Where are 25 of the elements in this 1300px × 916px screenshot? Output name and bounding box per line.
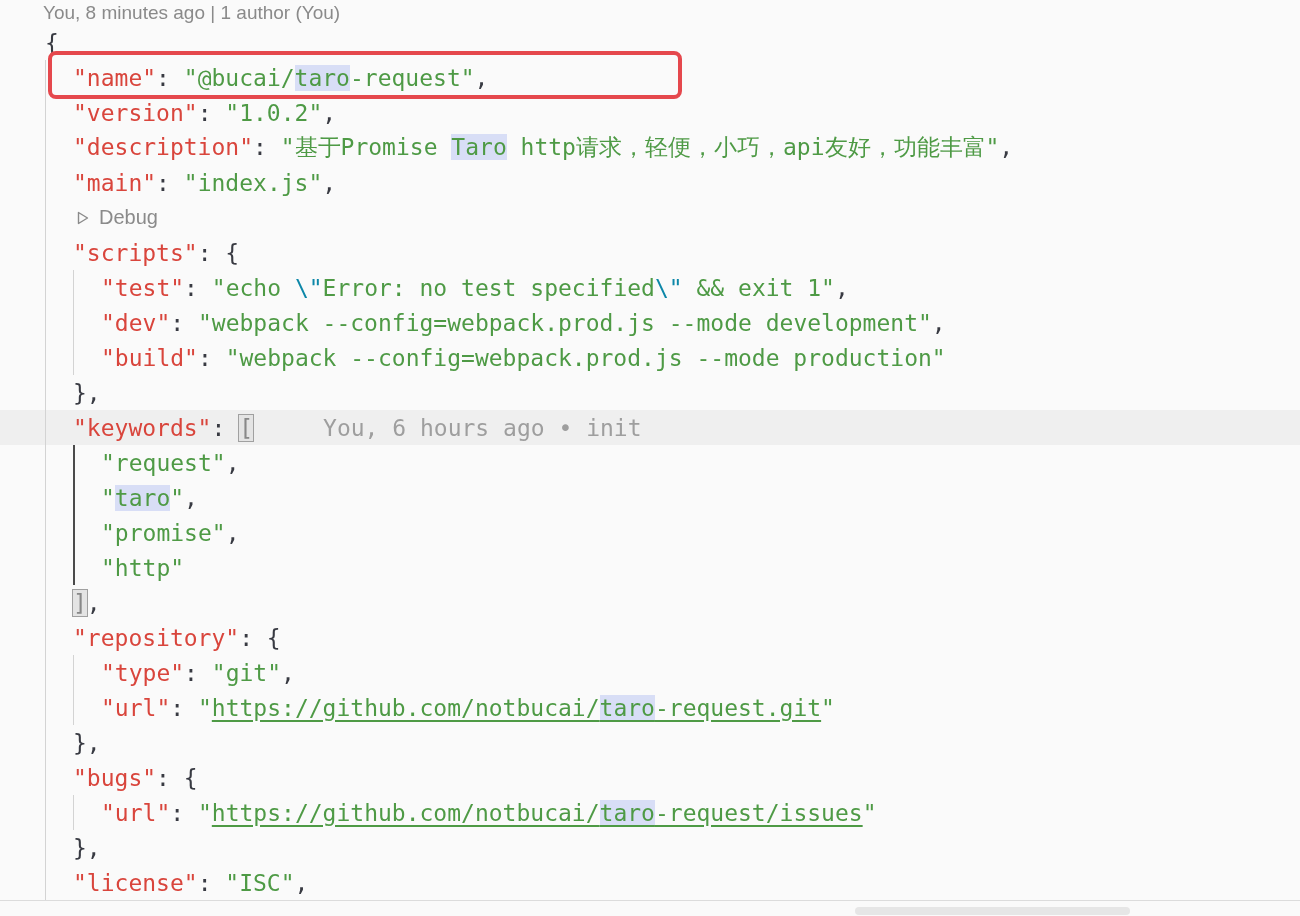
code-line: "repository": { <box>73 624 281 651</box>
code-line: "scripts": { <box>73 239 240 266</box>
code-line: "name": "@bucai/taro-request", <box>73 64 489 91</box>
code-line: "main": "index.js", <box>73 169 337 196</box>
code-line: "url": "https://github.com/notbucai/taro-request.git" <box>101 694 835 721</box>
code-line: "description": "基于Promise Taro http请求，轻便，小巧，api友好，功能丰富", <box>73 133 1014 162</box>
code-line: "promise", <box>101 519 240 546</box>
code-line: }, <box>73 729 101 756</box>
code-line: "http" <box>101 554 185 581</box>
code-line: "bugs": { <box>73 764 198 791</box>
code-line: "keywords": [ <box>73 414 254 441</box>
code-line: }, <box>73 379 101 406</box>
code-line: "version": "1.0.2", <box>73 99 337 126</box>
code-line: "dev": "webpack --config=webpack.prod.js --mode development", <box>101 309 946 336</box>
debug-codelens[interactable]: Debug <box>99 206 158 229</box>
code-line: }, <box>73 834 101 861</box>
blame-annotation: You, 6 hours ago • init <box>323 414 642 441</box>
code-line: "request", <box>101 449 240 476</box>
code-line: "type": "git", <box>101 659 295 686</box>
play-icon[interactable] <box>77 210 89 225</box>
blame-header[interactable]: You, 8 minutes ago | 1 author (You) <box>0 0 341 25</box>
code-line: "build": "webpack --config=webpack.prod.js --mode production" <box>101 344 946 371</box>
code-line: "url": "https://github.com/notbucai/taro-request/issues" <box>101 799 877 826</box>
code-line: "license": "ISC", <box>73 869 309 896</box>
code-line: "test": "echo \"Error: no test specified\" && exit 1", <box>101 274 849 301</box>
